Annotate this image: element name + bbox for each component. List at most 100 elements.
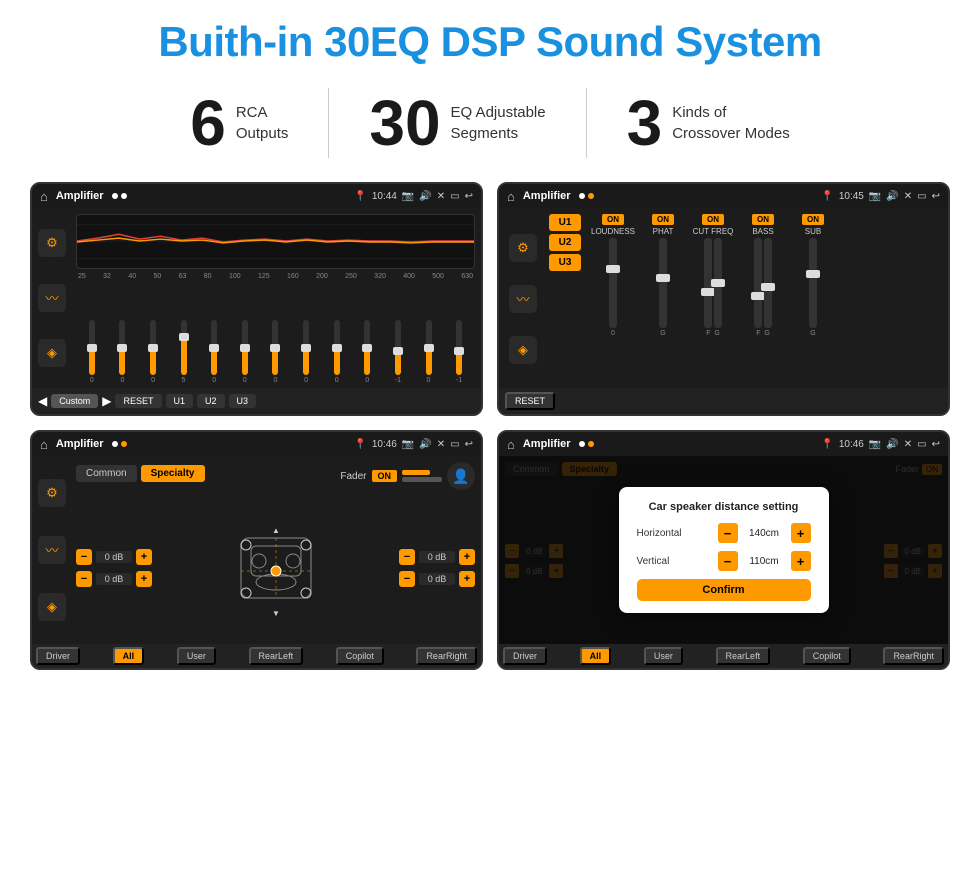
- xover-sub-on[interactable]: ON: [802, 214, 824, 225]
- eq-slider-7[interactable]: 0: [262, 320, 290, 384]
- fader-sidebar-btn-1[interactable]: ⚙: [38, 479, 66, 507]
- stat-crossover-number: 3: [627, 91, 663, 155]
- dialog-vertical-stepper: − 110cm +: [718, 551, 811, 571]
- eq-slider-2[interactable]: 0: [109, 320, 137, 384]
- fader-close-icon[interactable]: ✕: [437, 439, 445, 450]
- eq-slider-6[interactable]: 0: [231, 320, 259, 384]
- eq-u2-btn[interactable]: U2: [197, 394, 225, 408]
- eq-slider-3[interactable]: 0: [139, 320, 167, 384]
- eq-sidebar-btn-2[interactable]: 〰: [38, 284, 66, 312]
- xover-home-icon[interactable]: ⌂: [507, 189, 515, 204]
- dialog-back-icon[interactable]: ↩: [932, 439, 940, 450]
- fader-back-icon[interactable]: ↩: [465, 439, 473, 450]
- xover-preset-u1[interactable]: U1: [549, 214, 581, 231]
- vol-minus-4[interactable]: −: [399, 571, 415, 587]
- xover-loudness-on[interactable]: ON: [602, 214, 624, 225]
- eq-freq-500: 500: [432, 273, 444, 280]
- vol-val-2: 0 dB: [96, 573, 132, 585]
- fader-screen-card: ⌂ Amplifier 📍 10:46 📷 🔊 ✕ ▭ ↩ ⚙ 〰 ◈: [30, 430, 483, 670]
- dialog-driver-btn[interactable]: Driver: [503, 647, 547, 665]
- vol-plus-2[interactable]: +: [136, 571, 152, 587]
- vol-plus-4[interactable]: +: [459, 571, 475, 587]
- stat-crossover: 3 Kinds of Crossover Modes: [587, 91, 830, 155]
- eq-slider-1[interactable]: 0: [78, 320, 106, 384]
- dialog-close-icon[interactable]: ✕: [904, 439, 912, 450]
- xover-preset-u3[interactable]: U3: [549, 254, 581, 271]
- dialog-home-icon[interactable]: ⌂: [507, 437, 515, 452]
- xover-bass-g-slider[interactable]: [764, 238, 772, 328]
- eq-slider-13[interactable]: -1: [445, 320, 473, 384]
- eq-prev-btn[interactable]: ◀: [38, 394, 47, 408]
- fader-home-icon[interactable]: ⌂: [40, 437, 48, 452]
- vol-minus-1[interactable]: −: [76, 549, 92, 565]
- eq-u3-btn[interactable]: U3: [229, 394, 257, 408]
- vol-plus-3[interactable]: +: [459, 549, 475, 565]
- dialog-rearleft-btn[interactable]: RearLeft: [716, 647, 771, 665]
- fader-tab-common[interactable]: Common: [76, 465, 137, 482]
- xover-bass-channel: ON BASS F G: [741, 214, 785, 384]
- xover-phat-on[interactable]: ON: [652, 214, 674, 225]
- fader-minimize-icon[interactable]: ▭: [450, 439, 459, 450]
- eq-time: 10:44: [372, 191, 397, 202]
- fader-sidebar-btn-3[interactable]: ◈: [38, 593, 66, 621]
- eq-back-icon[interactable]: ↩: [465, 191, 473, 202]
- fader-user-btn[interactable]: User: [177, 647, 216, 665]
- eq-u1-btn[interactable]: U1: [166, 394, 194, 408]
- eq-slider-10[interactable]: 0: [353, 320, 381, 384]
- dialog-vertical-plus[interactable]: +: [791, 551, 811, 571]
- xover-cam-icon: 📷: [869, 191, 881, 202]
- fader-settings-icon[interactable]: 👤: [447, 462, 475, 490]
- xover-preset-u2[interactable]: U2: [549, 234, 581, 251]
- xover-reset-btn[interactable]: RESET: [505, 392, 555, 410]
- fader-on-badge[interactable]: ON: [372, 470, 398, 482]
- fader-copilot-btn[interactable]: Copilot: [336, 647, 384, 665]
- eq-slider-5[interactable]: 0: [200, 320, 228, 384]
- dialog-horizontal-minus[interactable]: −: [718, 523, 738, 543]
- dialog-horizontal-plus[interactable]: +: [791, 523, 811, 543]
- eq-slider-9[interactable]: 0: [323, 320, 351, 384]
- xover-sidebar-btn-3[interactable]: ◈: [509, 336, 537, 364]
- vol-plus-1[interactable]: +: [136, 549, 152, 565]
- eq-close-icon[interactable]: ✕: [437, 191, 445, 202]
- xover-sidebar-btn-2[interactable]: 〰: [509, 285, 537, 313]
- car-diagram-svg: ▲ ▼: [221, 518, 331, 618]
- eq-slider-11[interactable]: -1: [384, 320, 412, 384]
- xover-back-icon[interactable]: ↩: [932, 191, 940, 202]
- eq-next-btn[interactable]: ▶: [102, 394, 111, 408]
- fader-rearright-btn[interactable]: RearRight: [416, 647, 477, 665]
- car-diagram: ▲ ▼: [156, 518, 395, 618]
- xover-cutfreq-on[interactable]: ON: [702, 214, 724, 225]
- eq-slider-8[interactable]: 0: [292, 320, 320, 384]
- xover-sidebar-btn-1[interactable]: ⚙: [509, 234, 537, 262]
- eq-sidebar-btn-3[interactable]: ◈: [38, 339, 66, 367]
- xover-sub-slider[interactable]: [809, 238, 817, 328]
- dialog-user-btn[interactable]: User: [644, 647, 683, 665]
- fader-rearleft-btn[interactable]: RearLeft: [249, 647, 304, 665]
- dialog-confirm-button[interactable]: Confirm: [637, 579, 811, 601]
- dialog-vertical-minus[interactable]: −: [718, 551, 738, 571]
- xover-close-icon[interactable]: ✕: [904, 191, 912, 202]
- xover-loudness-slider[interactable]: [609, 238, 617, 328]
- vol-minus-2[interactable]: −: [76, 571, 92, 587]
- eq-reset-btn[interactable]: RESET: [115, 394, 161, 408]
- eq-slider-12[interactable]: 0: [415, 320, 443, 384]
- xover-cutfreq-g-slider[interactable]: [714, 238, 722, 328]
- eq-sidebar-btn-1[interactable]: ⚙: [38, 229, 66, 257]
- eq-freq-50: 50: [153, 273, 161, 280]
- fader-sidebar-btn-2[interactable]: 〰: [38, 536, 66, 564]
- eq-home-icon[interactable]: ⌂: [40, 189, 48, 204]
- eq-minimize-icon[interactable]: ▭: [450, 191, 459, 202]
- eq-slider-4[interactable]: 5: [170, 320, 198, 384]
- fader-all-btn[interactable]: All: [113, 647, 145, 665]
- vol-minus-3[interactable]: −: [399, 549, 415, 565]
- xover-bass-on[interactable]: ON: [752, 214, 774, 225]
- dialog-minimize-icon[interactable]: ▭: [917, 439, 926, 450]
- eq-custom-btn[interactable]: Custom: [51, 394, 98, 408]
- dialog-copilot-btn[interactable]: Copilot: [803, 647, 851, 665]
- fader-tab-specialty[interactable]: Specialty: [141, 465, 205, 482]
- dialog-rearright-btn[interactable]: RearRight: [883, 647, 944, 665]
- xover-phat-slider[interactable]: [659, 238, 667, 328]
- dialog-all-btn[interactable]: All: [580, 647, 612, 665]
- xover-minimize-icon[interactable]: ▭: [917, 191, 926, 202]
- fader-driver-btn[interactable]: Driver: [36, 647, 80, 665]
